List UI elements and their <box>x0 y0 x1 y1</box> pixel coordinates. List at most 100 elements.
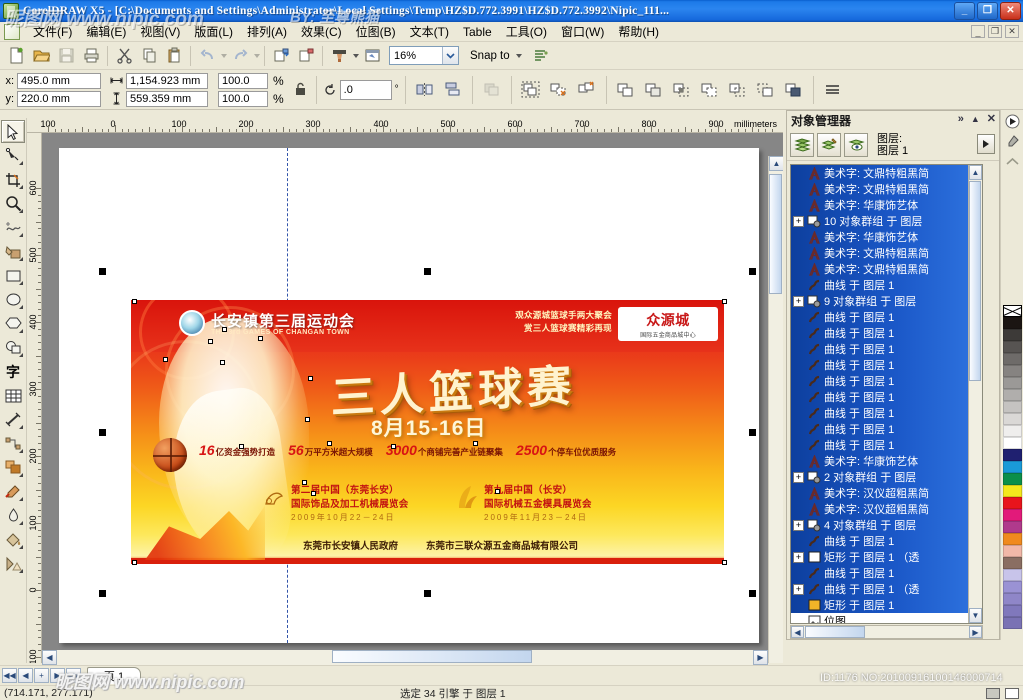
last-page-button[interactable]: ▶▶ <box>66 668 81 683</box>
object-node-handle[interactable] <box>302 480 307 485</box>
dimension-tool[interactable] <box>1 408 25 431</box>
flyout-arrow-icon[interactable] <box>977 134 995 154</box>
text-tool[interactable]: 字 <box>1 360 25 383</box>
object-list-row[interactable]: +2 对象群组 于 图层 <box>791 469 982 485</box>
none-swatch[interactable] <box>1003 305 1022 317</box>
mirror-vertical-icon[interactable] <box>440 77 466 103</box>
table-tool[interactable] <box>1 384 25 407</box>
lock-open-icon[interactable] <box>292 81 310 99</box>
scroll-up-button[interactable]: ▲ <box>769 156 783 171</box>
expand-toggle-icon[interactable]: + <box>793 551 804 563</box>
simplify-icon[interactable] <box>697 77 723 103</box>
selection-handle[interactable] <box>424 268 431 275</box>
eyedropper-icon[interactable] <box>1003 132 1022 151</box>
outline-tool[interactable] <box>1 504 25 527</box>
rectangle-tool[interactable] <box>1 264 25 287</box>
ungroup-icon[interactable] <box>546 77 572 103</box>
drawing-canvas[interactable]: 长安镇第三届运动会 THE 3rd GAMES OF CHANGAN TOWN … <box>42 133 783 663</box>
color-swatch[interactable] <box>1003 317 1022 329</box>
object-node-handle[interactable] <box>132 560 137 565</box>
object-list-row[interactable]: 美术字: 文鼎特粗黑简 <box>791 181 982 197</box>
menu-help[interactable]: 帮助(H) <box>611 21 666 42</box>
object-list-row[interactable]: 位图 <box>791 613 982 623</box>
record-icon[interactable] <box>1003 112 1022 131</box>
color-swatch[interactable] <box>1003 605 1022 617</box>
color-swatch[interactable] <box>1003 557 1022 569</box>
object-list-row[interactable]: + 矩形 于 图层 1 （透 <box>791 549 982 565</box>
color-swatch[interactable] <box>1003 341 1022 353</box>
pick-tool[interactable] <box>1 120 25 143</box>
color-swatch[interactable] <box>1003 329 1022 341</box>
rotation-angle-input[interactable]: .0 <box>339 79 392 100</box>
menu-tools[interactable]: 工具(O) <box>499 21 554 42</box>
objlist-scroll-down-button[interactable]: ▼ <box>969 608 982 623</box>
doc-restore-button[interactable]: ❐ <box>988 25 1002 38</box>
object-node-handle[interactable] <box>308 376 313 381</box>
create-boundary-icon[interactable] <box>781 77 807 103</box>
prev-page-button[interactable]: ◀ <box>18 668 33 683</box>
width-input[interactable]: 1,154.923 mm <box>126 72 208 89</box>
poster-artwork[interactable]: 长安镇第三届运动会 THE 3rd GAMES OF CHANGAN TOWN … <box>131 300 724 564</box>
object-node-handle[interactable] <box>208 339 213 344</box>
options-icon[interactable] <box>529 44 553 68</box>
restore-button[interactable]: ❐ <box>977 2 998 20</box>
selection-handle[interactable] <box>99 429 106 436</box>
object-node-handle[interactable] <box>258 336 263 341</box>
x-position-input[interactable]: 495.0 mm <box>17 72 101 89</box>
open-icon[interactable] <box>29 44 53 68</box>
color-swatch[interactable] <box>1003 449 1022 461</box>
object-list-row[interactable]: 曲线 于 图层 1 <box>791 437 982 453</box>
color-swatch[interactable] <box>1003 389 1022 401</box>
trim-icon[interactable] <box>641 77 667 103</box>
doc-close-button[interactable]: ✕ <box>1005 25 1019 38</box>
object-list-row[interactable]: 曲线 于 图层 1 <box>791 389 982 405</box>
print-icon[interactable] <box>79 44 103 68</box>
vertical-scroll-thumb[interactable] <box>769 174 782 294</box>
doc-minimize-button[interactable]: _ <box>971 25 985 38</box>
color-swatch[interactable] <box>1003 545 1022 557</box>
object-list-row[interactable]: 美术字: 汉仪超粗黑简 <box>791 485 982 501</box>
selection-handle[interactable] <box>99 268 106 275</box>
crop-tool[interactable] <box>1 168 25 191</box>
fill-swatch-icon[interactable] <box>986 687 1000 699</box>
object-list-row[interactable]: 曲线 于 图层 1 <box>791 325 982 341</box>
object-node-handle[interactable] <box>473 441 478 446</box>
color-swatch[interactable] <box>1003 425 1022 437</box>
close-icon[interactable]: ✕ <box>987 112 996 125</box>
object-list-row[interactable]: +4 对象群组 于 图层 <box>791 517 982 533</box>
chevron-down-icon[interactable] <box>442 47 458 64</box>
color-swatch[interactable] <box>1003 461 1022 473</box>
menu-edit[interactable]: 编辑(E) <box>79 21 133 42</box>
interactive-fill-tool[interactable] <box>1 552 25 575</box>
object-list-row[interactable]: 矩形 于 图层 1 <box>791 597 982 613</box>
cut-icon[interactable] <box>112 44 136 68</box>
expand-toggle-icon[interactable]: + <box>793 215 804 227</box>
vertical-ruler[interactable]: 600 500 400 300 200 100 0 100 <box>27 133 42 663</box>
shape-tool[interactable] <box>1 144 25 167</box>
front-minus-back-icon[interactable] <box>725 77 751 103</box>
object-list-row[interactable]: 美术字: 文鼎特粗黑简 <box>791 261 982 277</box>
scroll-right-button[interactable]: ▶ <box>753 650 768 665</box>
eyedropper-tool[interactable] <box>1 480 25 503</box>
color-swatch[interactable] <box>1003 473 1022 485</box>
object-list-row[interactable]: +10 对象群组 于 图层 <box>791 213 982 229</box>
objlist-scroll-up-button[interactable]: ▲ <box>969 165 982 180</box>
object-list-scrollbar[interactable]: ▲ ▼ <box>968 165 982 623</box>
application-launcher-icon[interactable] <box>360 44 384 68</box>
object-list-row[interactable]: 美术字: 文鼎特粗黑简 <box>791 165 982 181</box>
new-icon[interactable] <box>4 44 28 68</box>
publish-pdf-icon[interactable] <box>327 44 351 68</box>
chevron-down-icon[interactable] <box>515 53 522 58</box>
color-swatch[interactable] <box>1003 593 1022 605</box>
scale-horizontal-input[interactable]: 100.0 <box>218 72 268 89</box>
color-swatch[interactable] <box>1003 401 1022 413</box>
snap-to-menu[interactable]: Snap to <box>470 50 522 62</box>
menu-effects[interactable]: 效果(C) <box>294 21 349 42</box>
selection-handle[interactable] <box>749 429 756 436</box>
group-icon[interactable] <box>518 77 544 103</box>
page-tab-1[interactable]: 页 1 <box>87 667 141 684</box>
undo-icon[interactable] <box>195 44 219 68</box>
color-swatch[interactable] <box>1003 485 1022 497</box>
menu-view[interactable]: 视图(V) <box>133 21 187 42</box>
ellipse-tool[interactable] <box>1 288 25 311</box>
